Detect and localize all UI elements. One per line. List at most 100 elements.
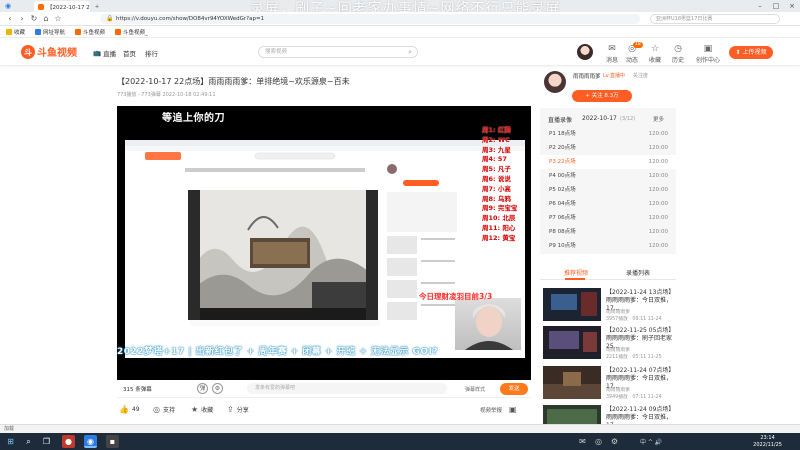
- creator-label: 创作中心: [695, 57, 720, 64]
- danmu-toggle-icon[interactable]: 弹: [197, 383, 208, 394]
- tab-replay-list[interactable]: 录播列表: [626, 268, 650, 277]
- browser-logo-icon[interactable]: ◉: [0, 0, 16, 12]
- forward-icon[interactable]: ›: [16, 13, 28, 25]
- replay-row[interactable]: P9 10点场 120:00: [540, 239, 676, 253]
- replay-row[interactable]: P6 04点场 120:00: [540, 197, 676, 211]
- danmu-style-button[interactable]: 弹幕样式: [465, 386, 485, 393]
- nav-rank[interactable]: 排行: [145, 48, 158, 58]
- song-item: 周10: 北辰: [482, 214, 516, 223]
- song-item: 周4: 57: [482, 155, 507, 164]
- new-tab-button[interactable]: +: [92, 1, 102, 12]
- replay-row[interactable]: P5 02点场 120:00: [540, 183, 676, 197]
- support-label: 支持: [162, 407, 175, 414]
- bookmark-label: 斗鱼视频: [83, 29, 106, 36]
- app-tray-icon[interactable]: ◎: [592, 435, 605, 448]
- nav-live[interactable]: 📺 直播: [93, 48, 116, 58]
- search-icon[interactable]: ⌕: [22, 435, 35, 448]
- streamer-status: 关注度: [633, 73, 649, 79]
- replay-row-duration: 120:00: [648, 229, 668, 235]
- share-button[interactable]: ⇪ 分享: [227, 405, 249, 414]
- replay-row-label: P7 06点场: [549, 215, 576, 221]
- user-avatar[interactable]: [577, 44, 593, 60]
- ticker-overlay: 2022梦塔+17 | 出新红包了 + 周年赛 + 闭幕 + 开班 + 无法显示…: [117, 347, 439, 357]
- video-thumbnail[interactable]: [543, 366, 601, 399]
- danmu-input[interactable]: 发条有爱的弹幕吧: [247, 383, 447, 394]
- nav-live-label: 直播: [103, 50, 117, 58]
- replay-row[interactable]: P2 20点场 120:00: [540, 141, 676, 155]
- system-clock[interactable]: 23:14 2022/11/25: [753, 435, 782, 448]
- system-tray[interactable]: 中 ^ 🔊: [640, 437, 662, 446]
- replay-row-duration: 120:00: [648, 173, 668, 179]
- site-search-input[interactable]: 搜索视频 ⌕: [258, 46, 418, 58]
- replay-row[interactable]: P4 00点场 120:00: [540, 169, 676, 183]
- bookmark-item[interactable]: 斗鱼视频: [75, 28, 105, 36]
- svg-text:斗: 斗: [24, 48, 32, 57]
- song-item: 周12: 黄宝: [482, 233, 516, 242]
- history-button[interactable]: ◷ 历史: [664, 43, 692, 64]
- replay-row-duration: 120:00: [648, 159, 668, 165]
- send-danmu-button[interactable]: 发送: [500, 383, 528, 395]
- support-button[interactable]: ◎ 支持: [153, 405, 175, 414]
- replay-date[interactable]: 2022-10-17: [582, 115, 617, 122]
- replay-row-label: P8 08点场: [549, 229, 576, 235]
- replay-row[interactable]: P7 06点场 120:00: [540, 211, 676, 225]
- address-bar: ‹ › ↻ ⌂ ☆ 🔒 https://v.douyu.com/show/DO8…: [0, 12, 800, 26]
- replay-row-label: P9 10点场: [549, 243, 576, 249]
- video-thumbnail[interactable]: [543, 326, 601, 359]
- tv-icon: 📺: [93, 49, 102, 57]
- refresh-icon[interactable]: ↻: [28, 13, 40, 25]
- browser-tab[interactable]: 【2022-10-17 22点场】 ×: [34, 1, 90, 12]
- thumbs-up-icon: 👍: [119, 405, 129, 414]
- bookmark-item[interactable]: 斗鱼视频_: [115, 28, 148, 36]
- minimize-icon[interactable]: –: [752, 0, 768, 12]
- clock-icon: ◷: [674, 44, 682, 54]
- upload-video-button[interactable]: ⬆ 上传视频: [729, 46, 773, 59]
- maximize-icon[interactable]: □: [768, 0, 784, 12]
- like-button[interactable]: 👍 49: [119, 405, 140, 414]
- search-placeholder: 搜索视频: [265, 49, 288, 55]
- creator-icon: ▣: [703, 44, 713, 54]
- recommend-item[interactable]: 【2022-11-24 07点场】雨雨雨雨爹：今日双推，17... 雨雨雨雨爹 …: [540, 366, 676, 400]
- creator-center-button[interactable]: ▣ 创作中心: [691, 43, 725, 64]
- replay-row-duration: 120:00: [648, 187, 668, 193]
- browser-search-field[interactable]: 亚洲杯U18男篮17日比赛: [650, 14, 780, 24]
- danmu-settings-icon[interactable]: ⚙: [212, 383, 223, 394]
- streamer-name[interactable]: 雨雨雨雨爹: [573, 72, 601, 80]
- search-icon[interactable]: ⌕: [408, 47, 412, 57]
- recommend-title[interactable]: 【2022-11-24 09点场】雨雨雨雨爹：今日双推，17...: [606, 406, 676, 425]
- video-thumbnail[interactable]: [543, 405, 601, 425]
- task-view-icon[interactable]: ❐: [40, 435, 53, 448]
- chat-icon[interactable]: ✉: [576, 435, 589, 448]
- douyu-video-logo[interactable]: 斗 斗鱼视频: [20, 44, 82, 60]
- settings-tray-icon[interactable]: ⚙: [608, 435, 621, 448]
- replay-row[interactable]: P8 08点场 120:00: [540, 225, 676, 239]
- recommend-item[interactable]: 【2022-11-24 09点场】雨雨雨雨爹：今日双推，17...: [540, 405, 676, 425]
- url-field[interactable]: 🔒 https://v.douyu.com/show/DO84vr94YOXWe…: [100, 14, 640, 24]
- app-icon-red[interactable]: ●: [62, 435, 75, 448]
- replay-row[interactable]: P1 18点场 120:00: [540, 127, 676, 141]
- app-icon-dark[interactable]: ▪: [106, 435, 119, 448]
- video-thumbnail[interactable]: [543, 288, 601, 321]
- home-icon[interactable]: ⌂: [40, 13, 52, 25]
- close-window-icon[interactable]: ×: [784, 0, 800, 12]
- song-item: 周8: 乌鸦: [482, 194, 511, 203]
- recommend-item[interactable]: 【2022-11-25 05点场】雨雨雨雨爹：刷子回老家25... 雨雨雨雨爹 …: [540, 326, 676, 360]
- recommend-stats: 3949播放 · 07:11 11-24: [606, 395, 662, 400]
- replay-more-link[interactable]: 更多: [653, 115, 664, 123]
- star-icon[interactable]: ☆: [52, 13, 64, 25]
- windows-start-icon[interactable]: ⊞: [4, 435, 17, 448]
- tab-recommended[interactable]: 推荐视频: [564, 268, 588, 277]
- replay-panel: 直播录像 2022-10-17 (3/12) 更多 P1 18点场 120:00 …: [540, 108, 676, 254]
- streamer-avatar[interactable]: [544, 71, 566, 93]
- nav-home[interactable]: 首页: [123, 48, 136, 58]
- report-button[interactable]: 视频举报: [480, 406, 502, 414]
- bookmark-item[interactable]: 网址导航: [35, 28, 65, 36]
- favorite-button[interactable]: ★ 收藏: [191, 405, 213, 414]
- back-icon[interactable]: ‹: [4, 13, 16, 25]
- browser-taskbar-icon[interactable]: ◉: [84, 435, 97, 448]
- screen-icon[interactable]: ▣: [509, 405, 517, 414]
- recommend-item[interactable]: 【2022-11-24 13点场】雨雨雨雨爹：今日双推，17... 雨雨雨雨爹 …: [540, 288, 676, 322]
- follow-button[interactable]: + 关注 8.3万: [572, 90, 632, 102]
- bookmark-item[interactable]: 收藏: [6, 28, 25, 36]
- replay-row-selected[interactable]: P3 22点场 120:00: [540, 155, 676, 169]
